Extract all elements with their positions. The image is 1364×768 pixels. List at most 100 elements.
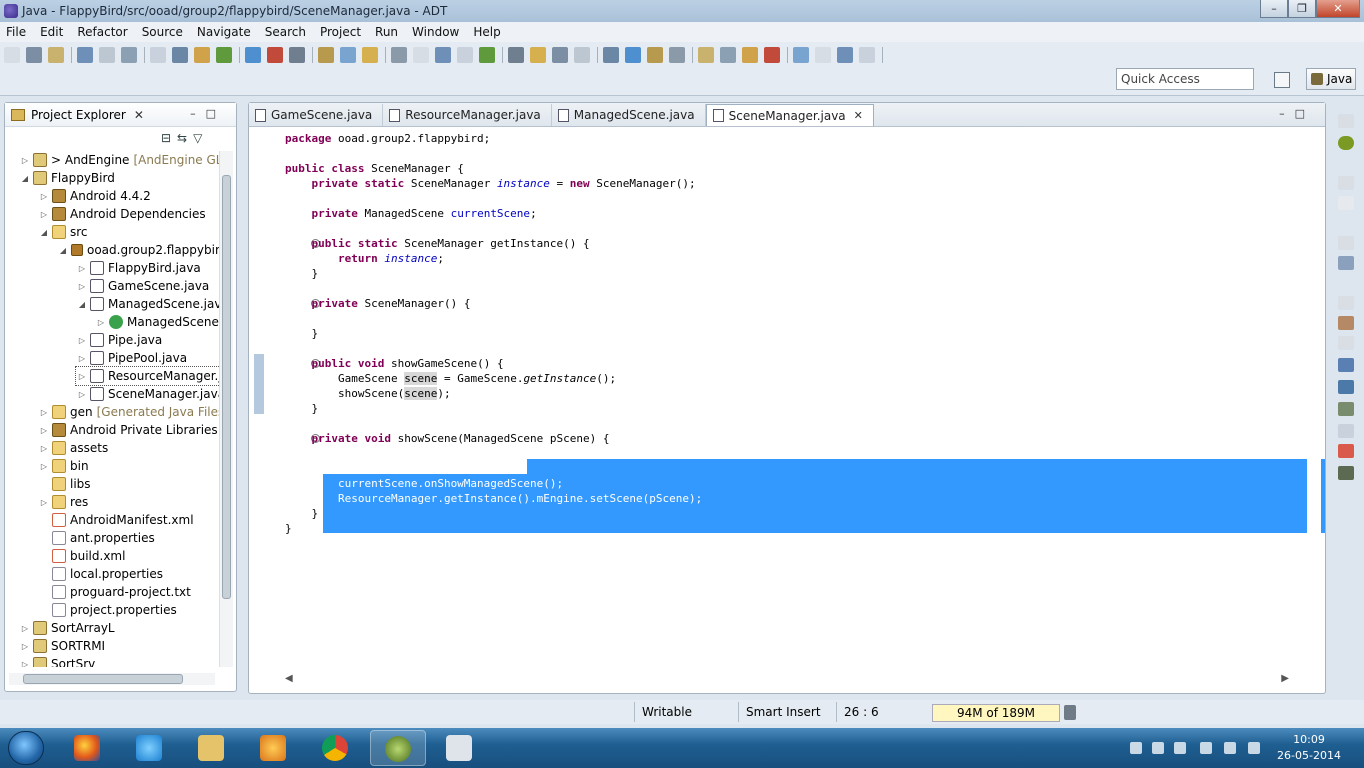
expand-toggle-icon[interactable]: ▷ xyxy=(38,408,50,417)
toolbar-button-icon[interactable] xyxy=(413,47,429,63)
toolbar-button-icon[interactable] xyxy=(720,47,736,63)
expand-toggle-icon[interactable]: ▷ xyxy=(76,372,88,381)
tree-item[interactable]: ▷ PipePool.java xyxy=(76,349,187,367)
tree-item[interactable]: ant.properties xyxy=(38,529,155,547)
tree-item[interactable]: project.properties xyxy=(38,601,177,619)
expand-toggle-icon[interactable]: ▷ xyxy=(76,264,88,273)
expand-toggle-icon[interactable]: ▷ xyxy=(19,624,31,633)
tree-item[interactable]: ▷ assets xyxy=(38,439,108,457)
expand-toggle-icon[interactable]: ◢ xyxy=(38,228,50,237)
menu-refactor[interactable]: Refactor xyxy=(77,25,127,39)
scroll-right-icon[interactable]: ▶ xyxy=(1281,673,1289,684)
toolbar-button-icon[interactable] xyxy=(552,47,568,63)
toolbar-button-icon[interactable] xyxy=(289,47,305,63)
tree-item[interactable]: ▷ Android Private Libraries xyxy=(38,421,218,439)
scroll-left-icon[interactable]: ◀ xyxy=(285,673,293,684)
tree-item[interactable]: ▷ FlappyBird.java xyxy=(76,259,201,277)
explorer-horizontal-scrollbar[interactable] xyxy=(9,673,215,685)
toolbar-button-icon[interactable] xyxy=(530,47,546,63)
tree-item[interactable]: proguard-project.txt xyxy=(38,583,191,601)
toolbar-button-icon[interactable] xyxy=(508,47,524,63)
tree-item[interactable]: ▷ gen [Generated Java Files] xyxy=(38,403,219,421)
expand-toggle-icon[interactable]: ▷ xyxy=(38,498,50,507)
code-area[interactable]: package ooad.group2.flappybird; public c… xyxy=(285,131,1325,675)
tree-item[interactable]: ◢ src xyxy=(38,223,88,241)
tray-battery-icon[interactable] xyxy=(1200,742,1212,754)
toolbar-button-icon[interactable] xyxy=(245,47,261,63)
toolbar-button-icon[interactable] xyxy=(603,47,619,63)
tree-item[interactable]: ▷ GameScene.java xyxy=(76,277,209,295)
tree-item[interactable]: libs xyxy=(38,475,91,493)
toolbar-button-icon[interactable] xyxy=(48,47,64,63)
tree-item[interactable]: ▷ ManagedScene xyxy=(95,313,219,331)
taskbar-firefox[interactable] xyxy=(60,730,116,766)
tree-item[interactable]: ▷ SortSrv xyxy=(19,655,95,667)
open-perspective-icon[interactable] xyxy=(1274,72,1290,88)
menu-help[interactable]: Help xyxy=(473,25,500,39)
quick-access-input[interactable]: Quick Access xyxy=(1116,68,1254,90)
toolbar-button-icon[interactable] xyxy=(4,47,20,63)
toolbar-button-icon[interactable] xyxy=(99,47,115,63)
restore-view-icon[interactable] xyxy=(1338,114,1354,128)
start-button[interactable] xyxy=(8,731,44,765)
expand-toggle-icon[interactable]: ◢ xyxy=(57,246,69,255)
tree-item[interactable]: ▷ SORTRMI xyxy=(19,637,105,655)
taskbar-ie[interactable] xyxy=(122,730,178,766)
tray-network-icon[interactable] xyxy=(1152,742,1164,754)
explorer-title[interactable]: Project Explorer xyxy=(31,108,126,122)
toolbar-button-icon[interactable] xyxy=(815,47,831,63)
menu-file[interactable]: File xyxy=(6,25,26,39)
editor-minmax-icon[interactable]: –□ xyxy=(1279,107,1315,120)
expand-toggle-icon[interactable]: ▷ xyxy=(38,462,50,471)
expand-toggle-icon[interactable]: ◢ xyxy=(76,300,88,309)
toolbar-button-icon[interactable] xyxy=(625,47,641,63)
toolbar-button-icon[interactable] xyxy=(340,47,356,63)
toolbar-button-icon[interactable] xyxy=(859,47,875,63)
task-list-icon[interactable] xyxy=(1338,256,1354,270)
expand-toggle-icon[interactable]: ▷ xyxy=(38,426,50,435)
tree-item[interactable]: ▷ bin xyxy=(38,457,89,475)
collapse-link-icons[interactable]: ⊟⇆▽ xyxy=(161,131,208,145)
taskbar-media[interactable] xyxy=(246,730,302,766)
console-icon[interactable] xyxy=(1338,358,1354,372)
menu-window[interactable]: Window xyxy=(412,25,459,39)
expand-toggle-icon[interactable]: ▷ xyxy=(76,354,88,363)
restore-view-icon[interactable] xyxy=(1338,296,1354,310)
tab-scenemanager[interactable]: SceneManager.java ✕ xyxy=(705,104,874,126)
problems-icon[interactable] xyxy=(1338,316,1354,330)
editor-vertical-scrollbar[interactable] xyxy=(1307,129,1321,675)
tree-item[interactable]: ▷ SceneManager.java xyxy=(76,385,219,403)
toolbar-button-icon[interactable] xyxy=(150,47,166,63)
project-tree[interactable]: ▷ > AndEngine[AndEngine GLES2] ◢ FlappyBird… xyxy=(5,151,219,667)
tray-flag-icon[interactable] xyxy=(1130,742,1142,754)
tab-gamescene[interactable]: GameScene.java xyxy=(249,104,384,126)
menu-project[interactable]: Project xyxy=(320,25,361,39)
tab-managedscene[interactable]: ManagedScene.java xyxy=(552,104,706,126)
menu-run[interactable]: Run xyxy=(375,25,398,39)
tree-item[interactable]: ▷ SortArrayL xyxy=(19,619,115,637)
error-log-icon[interactable] xyxy=(1338,444,1354,458)
tree-item[interactable]: ▷ Android Dependencies xyxy=(38,205,206,223)
tray-misc-icon[interactable] xyxy=(1248,742,1260,754)
heap-status[interactable]: 94M of 189M xyxy=(932,704,1060,722)
explorer-vertical-scrollbar[interactable] xyxy=(219,151,233,667)
restore-view-icon[interactable] xyxy=(1338,236,1354,250)
close-tab-icon[interactable]: ✕ xyxy=(854,109,863,122)
toolbar-button-icon[interactable] xyxy=(479,47,495,63)
tray-speaker-icon[interactable] xyxy=(1224,742,1236,754)
taskbar-explorer[interactable] xyxy=(184,730,240,766)
expand-toggle-icon[interactable]: ▷ xyxy=(38,444,50,453)
toolbar-button-icon[interactable] xyxy=(26,47,42,63)
expand-toggle-icon[interactable]: ▷ xyxy=(38,210,50,219)
android-icon[interactable] xyxy=(1338,136,1354,150)
toolbar-button-icon[interactable] xyxy=(647,47,663,63)
toolbar-button-icon[interactable] xyxy=(742,47,758,63)
toolbar-button-icon[interactable] xyxy=(764,47,780,63)
taskbar-adt[interactable] xyxy=(370,730,426,766)
expand-toggle-icon[interactable]: ▷ xyxy=(95,318,107,327)
toolbar-button-icon[interactable] xyxy=(669,47,685,63)
tab-resourcemanager[interactable]: ResourceManager.java xyxy=(383,104,552,126)
expand-toggle-icon[interactable]: ▷ xyxy=(19,642,31,651)
view-minmax-icon[interactable]: –□ xyxy=(190,107,226,120)
expand-toggle-icon[interactable]: ▷ xyxy=(19,660,31,668)
